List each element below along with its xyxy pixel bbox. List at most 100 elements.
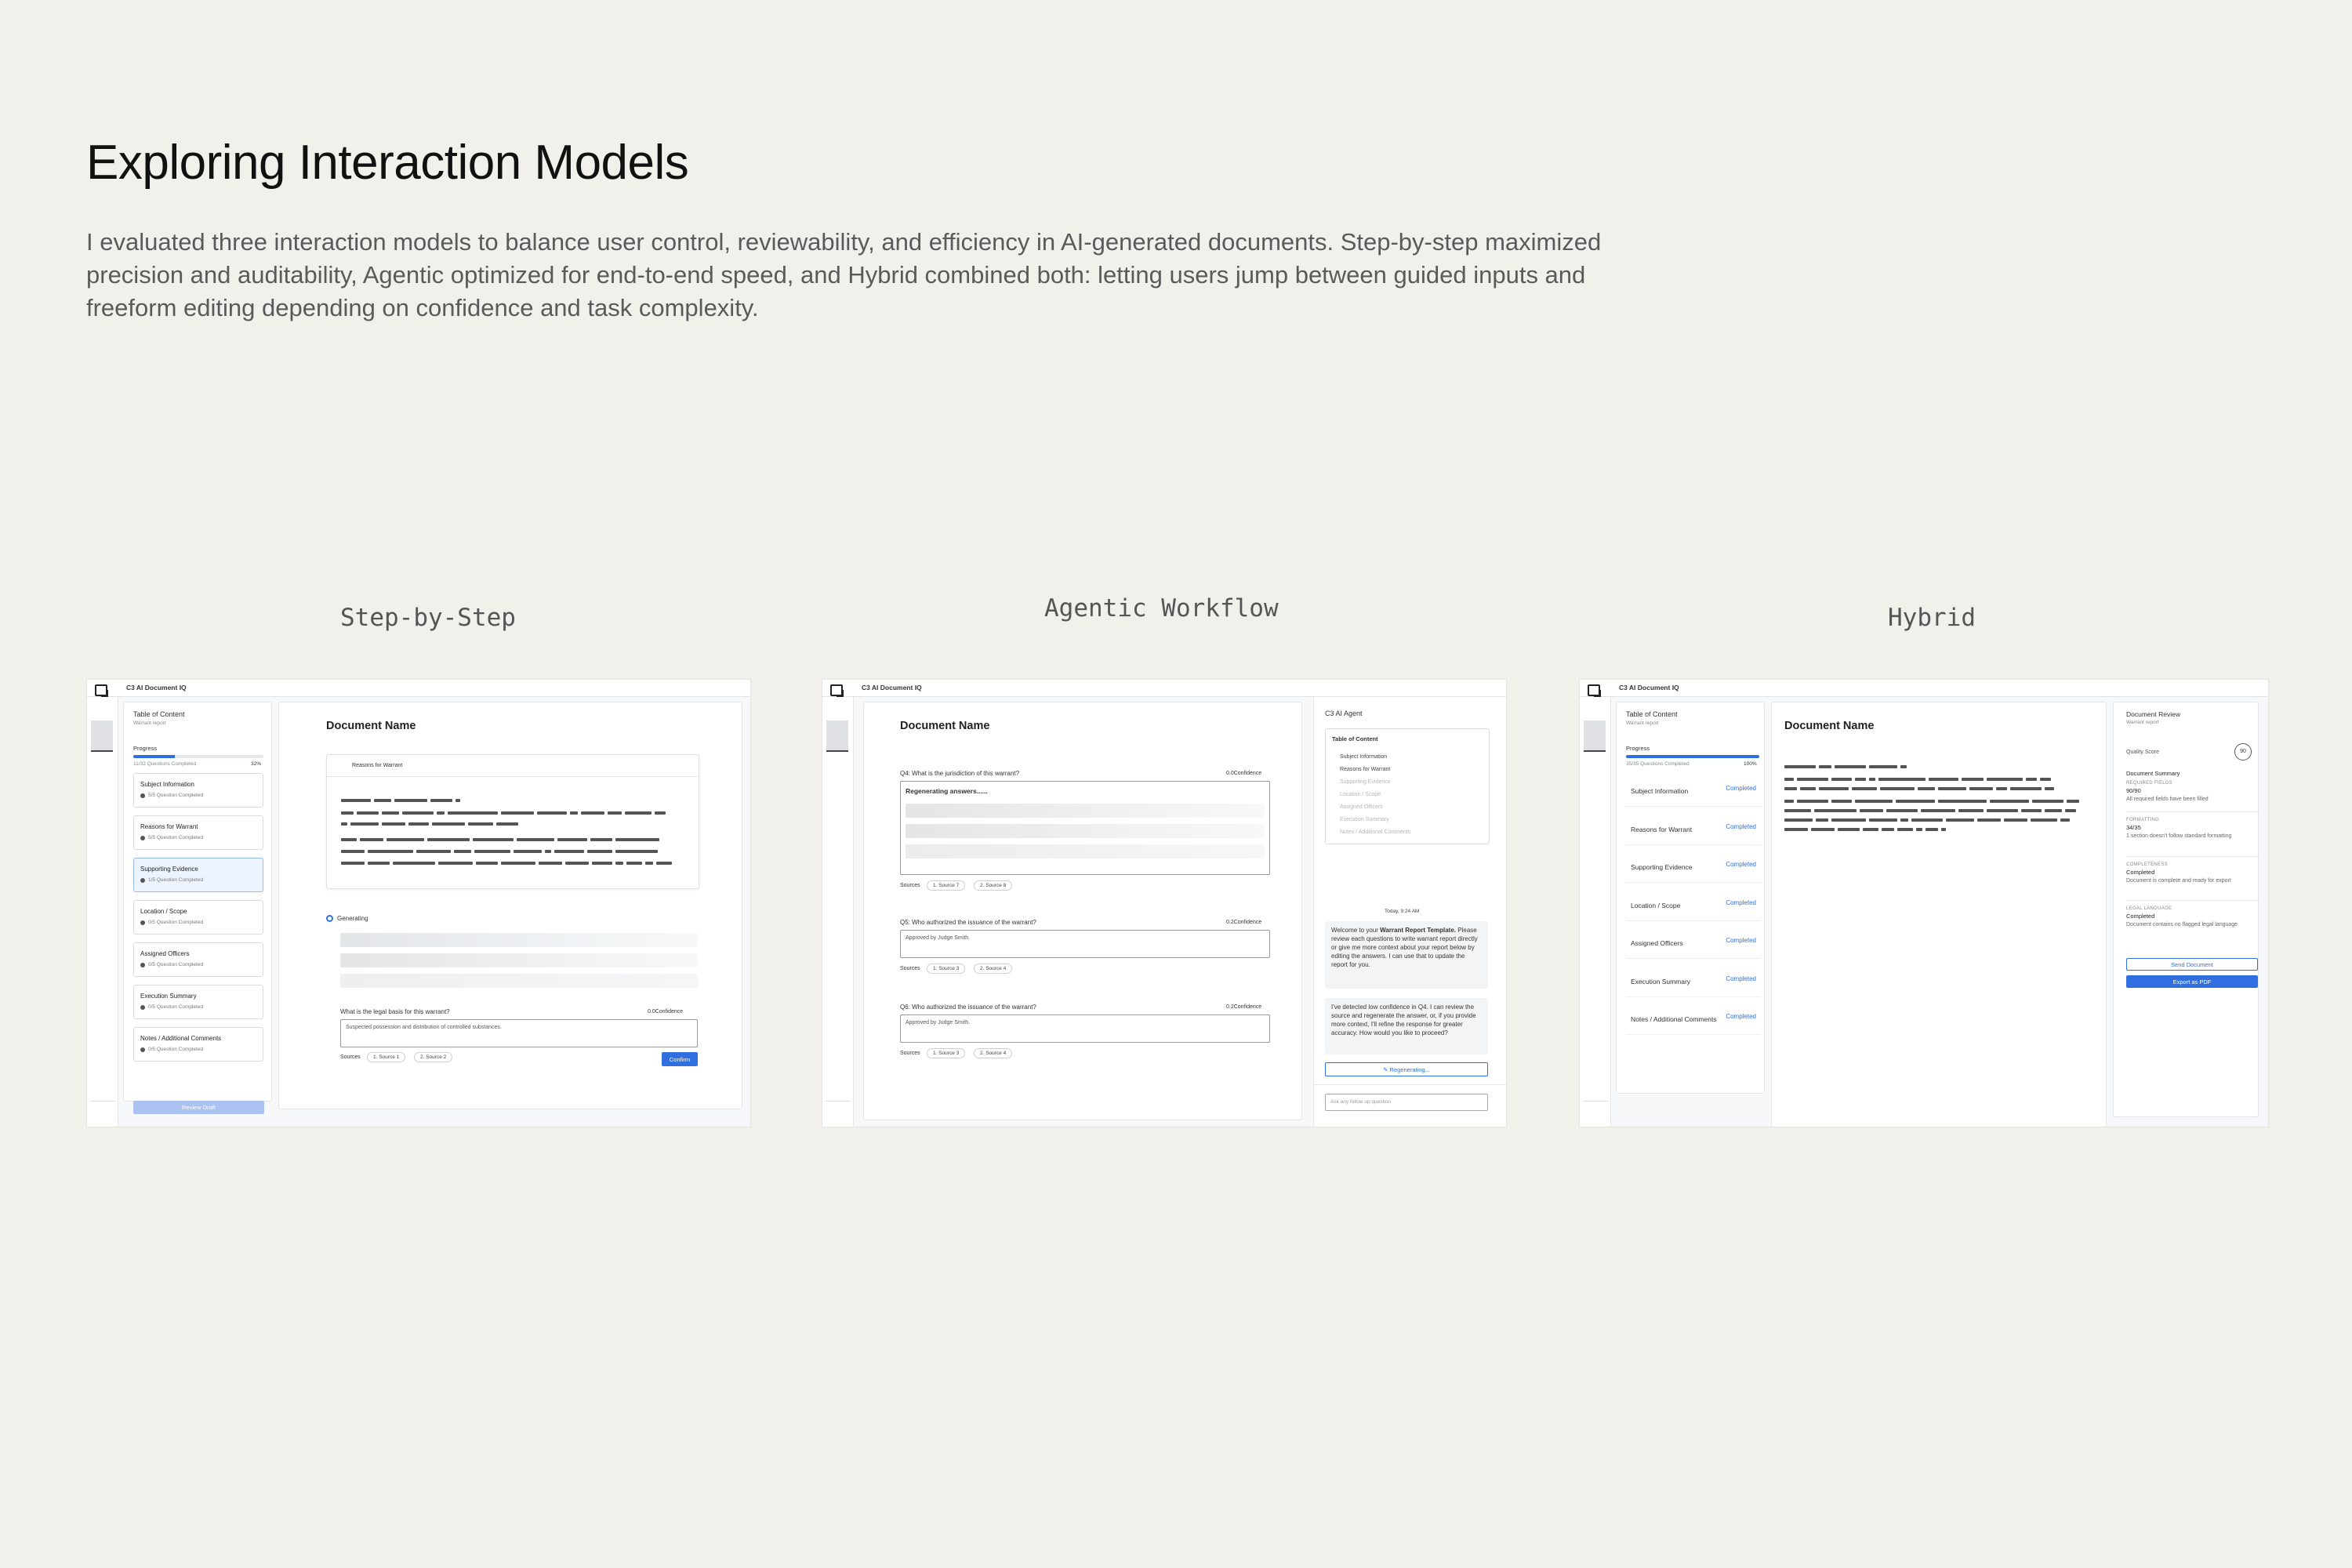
document-iq-logo-icon[interactable]: [830, 684, 844, 697]
step-item[interactable]: Location / Scope 0/5 Question Completed: [133, 900, 263, 935]
agent-title: C3 AI Agent: [1325, 710, 1363, 717]
toc-item[interactable]: Assigned Officers: [1340, 804, 1383, 810]
progress-bar: [133, 755, 263, 758]
section-item[interactable]: Execution Summary Completed: [1631, 975, 1756, 985]
left-rail: [822, 684, 854, 1127]
answer-field-q5[interactable]: Approved by Judge Smith.: [900, 930, 1270, 958]
section-status: Completed: [1726, 861, 1756, 868]
document-name: Document Name: [1784, 720, 1875, 732]
source-chip[interactable]: 2. Source 8: [974, 880, 1013, 891]
chat-timestamp: Today, 9:24 AM: [1385, 909, 1420, 914]
rail-divider: [826, 1101, 851, 1102]
step-item[interactable]: Assigned Officers 0/5 Question Completed: [133, 942, 263, 977]
section-item[interactable]: Assigned Officers Completed: [1631, 937, 1756, 947]
document-name: Document Name: [900, 720, 990, 732]
source-chip[interactable]: 2. Source 2: [414, 1052, 453, 1062]
sources-label: Sources: [340, 1054, 361, 1060]
source-chip[interactable]: 2. Source 4: [974, 964, 1013, 974]
legal-language-label: LEGAL LANGUAGE: [2126, 906, 2172, 911]
document-name: Document Name: [326, 720, 416, 732]
regenerating-button[interactable]: ✎ Regenerating...: [1325, 1062, 1488, 1076]
section-item-label: Location / Scope: [1631, 901, 1681, 909]
rail-nav-tab[interactable]: [91, 720, 113, 752]
source-chip[interactable]: 2. Source 4: [974, 1048, 1013, 1058]
step-item-status: 0/5 Question Completed: [148, 920, 204, 925]
step-item[interactable]: Execution Summary 0/5 Question Completed: [133, 985, 263, 1019]
status-dot-icon: [140, 878, 145, 883]
step-item[interactable]: Notes / Additional Comments 0/5 Question …: [133, 1027, 263, 1062]
document-panel: Document Name Reasons for Warrant Genera…: [278, 702, 742, 1109]
section-status: Completed: [1726, 1013, 1756, 1020]
step-item[interactable]: Reasons for Warrant 5/5 Question Complete…: [133, 815, 263, 850]
step-item-label: Assigned Officers: [140, 950, 190, 957]
progress-label: Progress: [133, 745, 158, 752]
step-item[interactable]: Supporting Evidence 1/5 Question Complete…: [133, 858, 263, 892]
status-dot-icon: [140, 1047, 145, 1052]
document-iq-logo-icon[interactable]: [95, 684, 108, 697]
section-item[interactable]: Location / Scope Completed: [1631, 899, 1756, 909]
confidence-score: 0.0Confidence: [648, 1009, 684, 1014]
review-draft-button[interactable]: Review Draft: [133, 1101, 264, 1114]
section-item[interactable]: Reasons for Warrant Completed: [1631, 822, 1756, 833]
status-dot-icon: [140, 920, 145, 925]
document-panel: Document Name: [1771, 702, 2107, 1127]
toc-item[interactable]: Location / Scope: [1340, 792, 1381, 797]
step-item-status: 5/5 Question Completed: [148, 793, 204, 798]
progress-count: 11/32 Questions Completed: [133, 761, 197, 767]
document-iq-logo-icon[interactable]: [1588, 684, 1601, 697]
section-item[interactable]: Subject Information Completed: [1631, 785, 1756, 795]
section-item-label: Supporting Evidence: [1631, 863, 1693, 871]
required-fields-value: 90/90: [2126, 787, 2141, 794]
step-item-label: Notes / Additional Comments: [140, 1035, 222, 1042]
step-item-label: Subject Information: [140, 781, 194, 788]
regenerating-text: Regenerating answers......: [906, 787, 988, 795]
step-item-label: Execution Summary: [140, 993, 197, 1000]
divider: [1626, 920, 1761, 921]
answer-field-q4[interactable]: Regenerating answers......: [900, 781, 1270, 875]
review-subtitle: Warrant report: [2126, 720, 2159, 725]
step-item[interactable]: Subject Information 5/5 Question Complete…: [133, 773, 263, 808]
section-item[interactable]: Notes / Additional Comments Completed: [1631, 1013, 1756, 1023]
document-panel: Document Name Q4: What is the jurisdicti…: [863, 702, 1302, 1120]
required-fields-note: All required fields have been filled: [2126, 797, 2209, 802]
agent-message: I've detected low confidence in Q4. I ca…: [1325, 998, 1488, 1054]
source-chip[interactable]: 1. Source 7: [927, 880, 966, 891]
app-title: C3 AI Document IQ: [126, 684, 187, 691]
rail-nav-tab[interactable]: [826, 720, 848, 752]
answer-field-q6[interactable]: Approved by Judge Smith.: [900, 1014, 1270, 1043]
answer-field[interactable]: Suspected possession and distribution of…: [340, 1019, 698, 1047]
summary-title: Document Summary: [2126, 770, 2180, 777]
send-document-button[interactable]: Send Document: [2126, 958, 2258, 971]
formatting-label: FORMATTING: [2126, 818, 2160, 822]
status-dot-icon: [140, 1005, 145, 1010]
section-status: Completed: [1726, 785, 1756, 792]
legal-language-value: Completed: [2126, 913, 2155, 920]
toc-item[interactable]: Subject Information: [1340, 754, 1387, 760]
agent-message: Welcome to your Warrant Report Template.…: [1325, 921, 1488, 989]
sources-label: Sources: [900, 883, 920, 888]
section-status: Completed: [1726, 937, 1756, 944]
divider: [1626, 882, 1761, 883]
toc-item[interactable]: Reasons for Warrant: [1340, 767, 1390, 772]
followup-input[interactable]: Ask any follow up question: [1325, 1094, 1488, 1111]
section-status: Completed: [1726, 822, 1756, 830]
completeness-label: COMPLETENESS: [2126, 862, 2168, 867]
toc-item[interactable]: Notes / Additional Comments: [1340, 829, 1410, 835]
export-pdf-button[interactable]: Export as PDF: [2126, 975, 2258, 988]
step-item-status: 0/5 Question Completed: [148, 962, 204, 967]
sources-label: Sources: [900, 1051, 920, 1056]
toc-item[interactable]: Execution Summary: [1340, 817, 1389, 822]
confirm-button[interactable]: Confirm: [662, 1052, 698, 1066]
source-chip[interactable]: 1. Source 3: [927, 964, 966, 974]
divider: [1626, 958, 1761, 959]
rail-divider: [90, 1101, 115, 1102]
source-chip[interactable]: 1. Source 3: [927, 1048, 966, 1058]
divider: [1626, 996, 1761, 997]
source-chip[interactable]: 1. Source 1: [367, 1052, 406, 1062]
section-item[interactable]: Supporting Evidence Completed: [1631, 861, 1756, 871]
rail-nav-tab[interactable]: [1584, 720, 1606, 752]
rail-divider: [1583, 1101, 1608, 1102]
toc-item[interactable]: Supporting Evidence: [1340, 779, 1391, 785]
caption-hybrid: Hybrid: [1888, 604, 1976, 632]
question-q6: Q6: Who authorized the issuance of the w…: [900, 1004, 1036, 1011]
